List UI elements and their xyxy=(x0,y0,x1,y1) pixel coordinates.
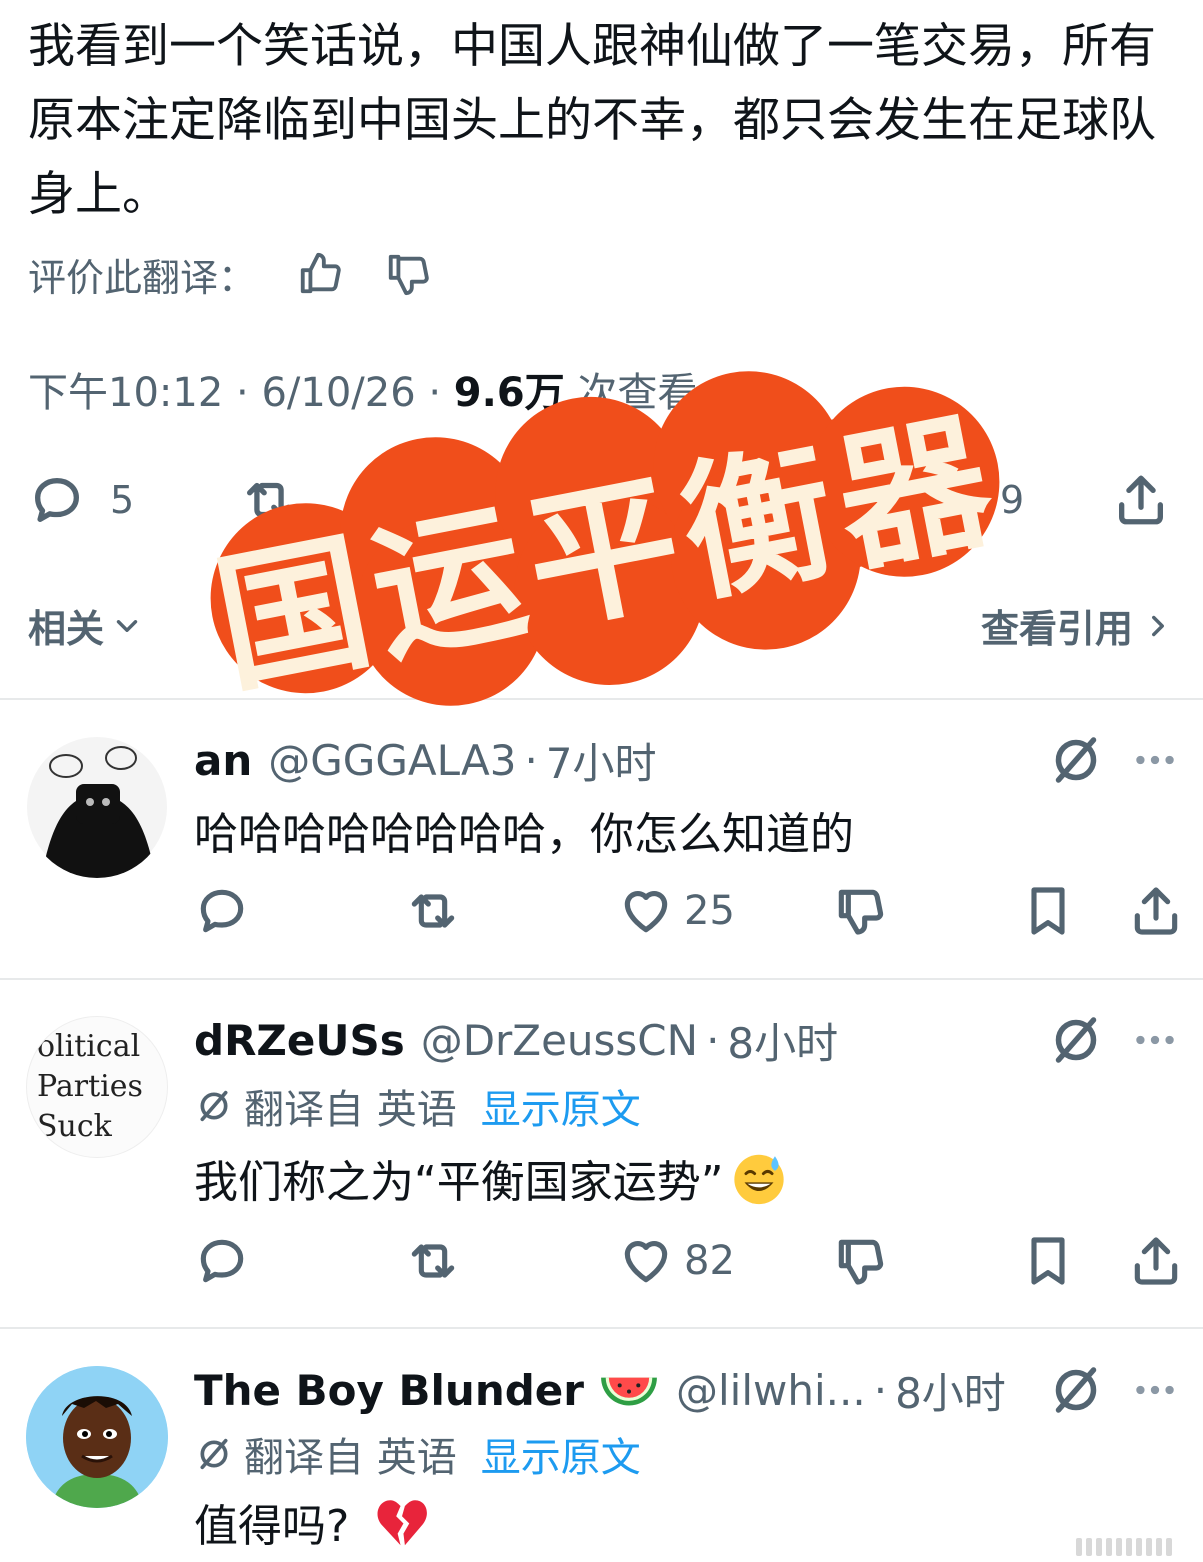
share-icon xyxy=(1134,1237,1178,1285)
bookmark-icon xyxy=(1031,1237,1065,1285)
reply-text: 我们称之为“平衡国家运势” xyxy=(194,1157,724,1208)
like-icon xyxy=(624,1241,668,1283)
reply-time[interactable]: 8小时 xyxy=(895,1360,1006,1421)
translate-icon[interactable] xyxy=(1046,1360,1106,1420)
reply-icon xyxy=(200,1239,244,1283)
show-original-link[interactable]: 显示原文 xyxy=(481,1077,641,1135)
avatar[interactable] xyxy=(26,736,168,878)
chevron-right-icon xyxy=(1152,615,1164,636)
translated-row: 翻译自 英语 显示原文 xyxy=(194,1078,641,1134)
broken-heart-icon xyxy=(377,1500,428,1546)
reply-icon xyxy=(35,478,79,522)
dislike-button[interactable] xyxy=(832,876,888,946)
translate-icon xyxy=(200,1438,228,1470)
translate-icon xyxy=(200,1090,228,1122)
share-button[interactable] xyxy=(1128,876,1184,946)
reply-author-handle[interactable]: @GGGALA3 xyxy=(268,736,516,785)
reply-header: dRZeUSs @DrZeussCN · 8小时 xyxy=(194,1010,838,1070)
more-icon[interactable] xyxy=(1130,1010,1180,1070)
bookmark-icon xyxy=(1031,887,1065,935)
reply-count: 5 xyxy=(110,478,135,522)
avatar-text-line: olitical xyxy=(37,1029,141,1064)
like-button[interactable]: 25 xyxy=(618,876,735,946)
reply-text: 哈哈哈哈哈哈哈哈，你怎么知道的 xyxy=(194,809,854,860)
avatar[interactable]: olitical Parties Suck xyxy=(26,1016,168,1158)
translate-icon[interactable] xyxy=(1046,730,1106,790)
dislike-icon xyxy=(838,1239,884,1285)
retweet-button[interactable] xyxy=(405,1226,461,1296)
reply-author-handle[interactable]: @lilwhi... xyxy=(676,1366,866,1415)
like-button[interactable]: 82 xyxy=(618,1226,735,1296)
sweat-smile-emoji-icon xyxy=(733,1154,784,1205)
related-dropdown[interactable]: 相关 xyxy=(28,598,144,653)
translate-icon[interactable] xyxy=(1046,1010,1106,1070)
rate-translation-row: 评价此翻译： xyxy=(28,248,432,300)
reply-author-name[interactable]: The Boy Blunder xyxy=(194,1366,584,1415)
thumbs-down-icon[interactable] xyxy=(384,250,432,298)
reply-button[interactable] xyxy=(194,1226,250,1296)
overlay-stamp: 国运平衡器 xyxy=(190,370,1020,714)
thumbs-up-icon[interactable] xyxy=(296,250,344,298)
more-icon[interactable] xyxy=(1130,730,1180,790)
related-label: 相关 xyxy=(28,607,105,651)
share-button[interactable] xyxy=(1128,1226,1184,1296)
retweet-icon xyxy=(411,1244,455,1278)
rate-translation-label: 评价此翻译： xyxy=(28,255,257,300)
reply-text: 值得吗? xyxy=(194,1501,350,1552)
share-stat[interactable] xyxy=(1112,462,1170,538)
show-original-link[interactable]: 显示原文 xyxy=(481,1425,641,1483)
bookmark-button[interactable] xyxy=(1020,1226,1076,1296)
reply-author-name[interactable]: dRZeUSs xyxy=(194,1016,405,1065)
share-icon xyxy=(1134,887,1178,935)
reply-text-row: 值得吗? xyxy=(194,1490,431,1554)
reply-author-name[interactable]: an xyxy=(194,736,252,785)
like-count: 25 xyxy=(684,888,735,934)
reply-stat[interactable]: 5 xyxy=(28,462,134,538)
reply-time[interactable]: 8小时 xyxy=(727,1010,838,1071)
reply-time[interactable]: 7小时 xyxy=(546,730,657,791)
avatar[interactable] xyxy=(26,1366,168,1508)
reply-text-row: 我们称之为“平衡国家运势” xyxy=(194,1146,788,1210)
reply-button[interactable] xyxy=(194,876,250,946)
reply-actions: 82 xyxy=(0,1226,1203,1296)
bookmark-button[interactable] xyxy=(1020,876,1076,946)
dislike-button[interactable] xyxy=(832,1226,888,1296)
divider xyxy=(0,978,1203,980)
avatar-text-line: Parties xyxy=(37,1069,143,1104)
divider xyxy=(0,1327,1203,1329)
watermelon-icon xyxy=(601,1377,657,1406)
translated-from-label: 翻译自 英语 xyxy=(244,1435,457,1481)
retweet-button[interactable] xyxy=(405,876,461,946)
like-count: 82 xyxy=(684,1238,735,1284)
watermark xyxy=(1076,1538,1186,1558)
reply-author-handle[interactable]: @DrZeussCN xyxy=(421,1016,698,1065)
chevron-down-icon xyxy=(116,619,138,632)
reply-header: The Boy Blunder @lilwhi... · 8小时 xyxy=(194,1360,1006,1420)
translated-row: 翻译自 英语 显示原文 xyxy=(194,1426,641,1482)
tweet-text: 我看到一个笑话说，中国人跟神仙做了一笔交易，所有原本注定降临到中国头上的不幸，都… xyxy=(28,19,1156,222)
like-icon xyxy=(624,891,668,933)
reply-icon xyxy=(200,889,244,933)
share-icon xyxy=(1119,475,1163,525)
reply-actions: 25 xyxy=(0,876,1203,946)
more-icon[interactable] xyxy=(1130,1360,1180,1420)
retweet-icon xyxy=(411,894,455,928)
translated-from-label: 翻译自 英语 xyxy=(244,1087,457,1133)
dislike-icon xyxy=(838,889,884,935)
reply-header: an @GGGALA3 · 7小时 xyxy=(194,730,657,790)
avatar-text-line: Suck xyxy=(37,1109,112,1144)
